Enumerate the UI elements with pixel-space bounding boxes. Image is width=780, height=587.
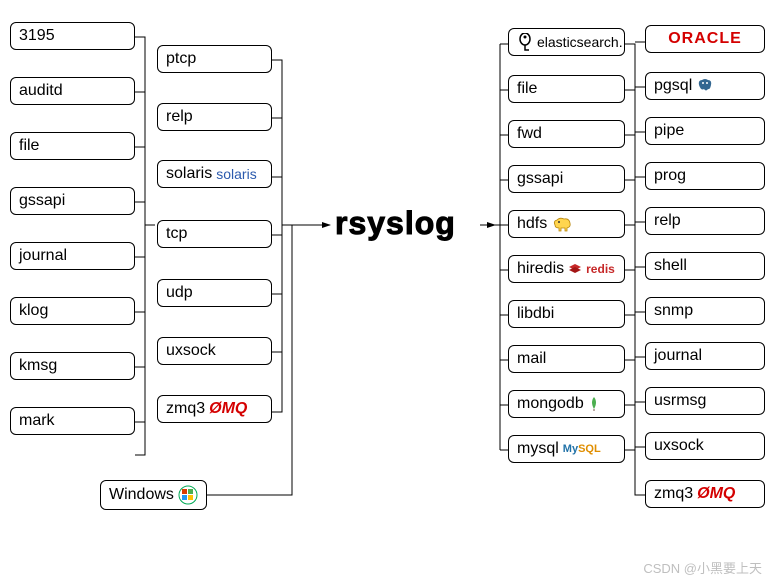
output-prog: prog (645, 162, 765, 190)
input-zmq3: zmq3 ØMQ (157, 395, 272, 423)
label: libdbi (517, 305, 554, 323)
output-mongodb: mongodb (508, 390, 625, 418)
label: file (517, 80, 537, 98)
input-windows: Windows (100, 480, 207, 510)
input-file: file (10, 132, 135, 160)
output-zmq3: zmq3 ØMQ (645, 480, 765, 508)
postgresql-elephant-icon (696, 77, 714, 95)
output-shell: shell (645, 252, 765, 280)
label: usrmsg (654, 392, 706, 410)
label: mongodb (517, 395, 584, 413)
output-journal: journal (645, 342, 765, 370)
input-ptcp: ptcp (157, 45, 272, 73)
input-auditd: auditd (10, 77, 135, 105)
input-solaris: solaris solaris (157, 160, 272, 188)
redis-logo-icon (568, 262, 582, 276)
watermark: CSDN @小黑要上天 (643, 558, 762, 577)
label: zmq3 (654, 485, 693, 503)
mysql-logo-icon: MySQL (563, 443, 601, 455)
label: klog (19, 302, 48, 320)
output-hiredis: hiredis redis (508, 255, 625, 283)
label: pgsql (654, 77, 692, 95)
output-uxsock: uxsock (645, 432, 765, 460)
redis-text: redis (586, 262, 615, 276)
center-rsyslog: rsyslog (335, 205, 456, 242)
oracle-logo-icon: ORACLE (668, 30, 742, 48)
label: auditd (19, 82, 63, 100)
input-mark: mark (10, 407, 135, 435)
output-oracle: ORACLE (645, 25, 765, 53)
label: 3195 (19, 27, 55, 45)
label: uxsock (166, 342, 216, 360)
output-elasticsearch: elasticsearch. (508, 28, 625, 56)
label: hiredis (517, 260, 564, 278)
label: snmp (654, 302, 693, 320)
label: mysql (517, 440, 559, 458)
zeromq-logo-icon: ØMQ (697, 485, 735, 503)
output-usrmsg: usrmsg (645, 387, 765, 415)
label: gssapi (19, 192, 65, 210)
input-uxsock: uxsock (157, 337, 272, 365)
label: tcp (166, 225, 187, 243)
label: ptcp (166, 50, 196, 68)
input-udp: udp (157, 279, 272, 307)
label: uxsock (654, 437, 704, 455)
label: udp (166, 284, 193, 302)
label: prog (654, 167, 686, 185)
output-pipe: pipe (645, 117, 765, 145)
input-3195: 3195 (10, 22, 135, 50)
label: fwd (517, 125, 542, 143)
hadoop-elephant-icon (551, 215, 575, 233)
input-tcp: tcp (157, 220, 272, 248)
label: journal (654, 347, 702, 365)
output-pgsql: pgsql (645, 72, 765, 100)
label: gssapi (517, 170, 563, 188)
output-mysql: mysql MySQL (508, 435, 625, 463)
zeromq-logo-icon: ØMQ (209, 400, 247, 418)
label: zmq3 (166, 400, 205, 418)
windows-logo-icon (178, 485, 198, 505)
input-gssapi: gssapi (10, 187, 135, 215)
output-mail: mail (508, 345, 625, 373)
label: file (19, 137, 39, 155)
label: elasticsearch. (537, 34, 623, 50)
label: relp (654, 212, 681, 230)
label: mark (19, 412, 55, 430)
input-klog: klog (10, 297, 135, 325)
label: hdfs (517, 215, 547, 233)
label: kmsg (19, 357, 57, 375)
label: shell (654, 257, 687, 275)
solaris-logo-icon: solaris (216, 166, 256, 182)
output-libdbi: libdbi (508, 300, 625, 328)
output-relp: relp (645, 207, 765, 235)
output-hdfs: hdfs (508, 210, 625, 238)
output-snmp: snmp (645, 297, 765, 325)
label: journal (19, 247, 67, 265)
input-journal: journal (10, 242, 135, 270)
elasticsearch-icon (517, 33, 533, 51)
label: relp (166, 108, 193, 126)
output-file: file (508, 75, 625, 103)
output-fwd: fwd (508, 120, 625, 148)
input-relp: relp (157, 103, 272, 131)
mongodb-leaf-icon (588, 396, 600, 412)
label: Windows (109, 486, 174, 504)
label: pipe (654, 122, 684, 140)
input-kmsg: kmsg (10, 352, 135, 380)
label: mail (517, 350, 546, 368)
output-gssapi: gssapi (508, 165, 625, 193)
label: solaris (166, 165, 212, 183)
